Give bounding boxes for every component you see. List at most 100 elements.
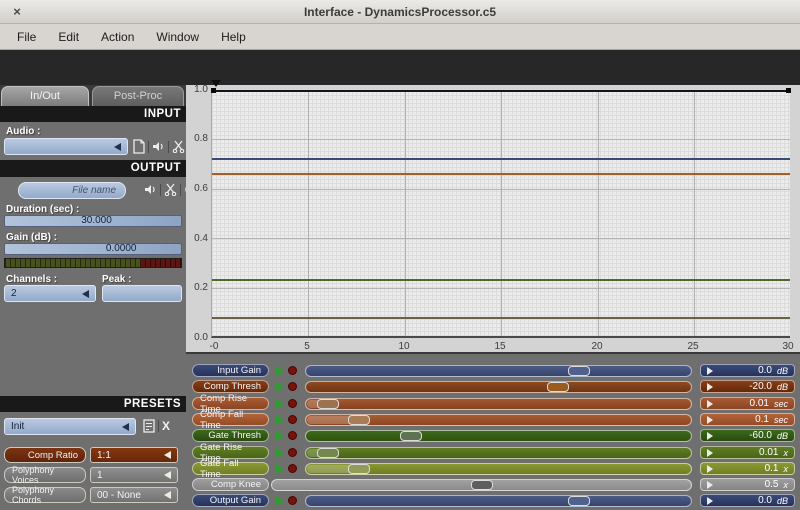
param-label-button[interactable]: Comp Fall Time: [192, 413, 269, 426]
gain-value: 0.0000: [106, 244, 137, 254]
slider-handle[interactable]: [317, 448, 339, 458]
param-slider[interactable]: [305, 365, 692, 377]
menu-edit[interactable]: Edit: [47, 27, 90, 47]
envelope-graph: 1.0 0.8 0.6 0.4 0.2 0.0 -0 5 10 15 20 25…: [186, 85, 800, 352]
preset-save-icon[interactable]: [143, 419, 155, 433]
param-slider[interactable]: [271, 479, 692, 491]
param-value-box[interactable]: 0.01x: [700, 446, 795, 459]
param-slider[interactable]: [305, 463, 692, 475]
envelope-node[interactable]: [786, 88, 791, 93]
slider-handle[interactable]: [568, 496, 590, 506]
param-play-icon[interactable]: [276, 399, 284, 409]
param-record-icon[interactable]: [288, 464, 297, 473]
preset-dropdown[interactable]: Init: [4, 418, 136, 435]
param-value-box[interactable]: 0.01sec: [700, 397, 795, 410]
param-play-icon[interactable]: [276, 464, 284, 474]
window-close-button[interactable]: ×: [9, 4, 25, 20]
param-slider[interactable]: [305, 398, 692, 410]
polyphony-chords-dropdown[interactable]: 00 - None: [90, 487, 178, 503]
dropdown-arrow-icon: [122, 423, 129, 431]
param-value-box[interactable]: -20.0dB: [700, 380, 795, 393]
output-section-header: OUTPUT: [0, 160, 186, 177]
menu-action[interactable]: Action: [90, 27, 145, 47]
param-value-box[interactable]: 0.0dB: [700, 364, 795, 377]
input-section-header: INPUT: [0, 106, 186, 122]
edit-scissors-icon[interactable]: [172, 140, 185, 153]
audio-source-dropdown[interactable]: [4, 138, 128, 155]
envelope-node[interactable]: [211, 88, 216, 93]
param-unit: dB: [777, 382, 788, 392]
output-scissors-icon[interactable]: [164, 183, 177, 196]
peak-field: [102, 285, 182, 302]
slider-handle[interactable]: [471, 480, 493, 490]
param-unit: dB: [777, 431, 788, 441]
file-browse-icon[interactable]: [133, 139, 145, 154]
audition-speaker-icon[interactable]: [152, 140, 165, 153]
audio-label: Audio :: [6, 126, 40, 137]
menu-file[interactable]: File: [6, 27, 47, 47]
preset-delete-button[interactable]: X: [162, 419, 170, 433]
param-slider[interactable]: [305, 447, 692, 459]
window-title: Interface - DynamicsProcessor.c5: [0, 5, 800, 19]
menu-window[interactable]: Window: [145, 27, 210, 47]
param-value-box[interactable]: 0.5x: [700, 478, 795, 491]
param-value-box[interactable]: 0.0dB: [700, 494, 795, 507]
polyphony-voices-button[interactable]: Polyphony Voices: [4, 467, 86, 483]
y-tick: 1.0: [186, 84, 208, 95]
param-value-box[interactable]: 0.1x: [700, 462, 795, 475]
param-value-box[interactable]: -60.0dB: [700, 429, 795, 442]
comp-ratio-dropdown[interactable]: 1:1: [90, 447, 178, 463]
param-record-icon[interactable]: [288, 448, 297, 457]
param-record-icon[interactable]: [288, 496, 297, 505]
file-name-button[interactable]: File name: [18, 182, 126, 199]
slider-handle[interactable]: [348, 464, 370, 474]
channels-dropdown[interactable]: 2: [4, 285, 96, 302]
tab-post-proc[interactable]: Post-Proc: [92, 86, 184, 106]
param-play-icon[interactable]: [276, 496, 284, 506]
polyphony-chords-button[interactable]: Polyphony Chords: [4, 487, 86, 503]
menu-bar: File Edit Action Window Help: [0, 24, 800, 50]
output-speaker-icon[interactable]: [144, 183, 157, 196]
grid-line: [694, 90, 695, 336]
slider-handle[interactable]: [568, 366, 590, 376]
param-label-button[interactable]: Gate Thresh: [192, 429, 269, 442]
slider-handle[interactable]: [547, 382, 569, 392]
param-record-icon[interactable]: [288, 382, 297, 391]
param-label-button[interactable]: Output Gain: [192, 494, 269, 507]
slider-handle[interactable]: [317, 399, 339, 409]
param-record-icon[interactable]: [288, 415, 297, 424]
param-record-icon[interactable]: [288, 366, 297, 375]
slider-handle[interactable]: [400, 431, 422, 441]
param-record-icon[interactable]: [288, 399, 297, 408]
param-play-icon[interactable]: [276, 415, 284, 425]
param-label-button[interactable]: Input Gain: [192, 364, 269, 377]
param-slider[interactable]: [305, 414, 692, 426]
y-tick: 0.6: [186, 183, 208, 194]
x-tick: 20: [591, 341, 602, 352]
param-play-icon[interactable]: [276, 366, 284, 376]
param-slider[interactable]: [305, 430, 692, 442]
param-record-icon[interactable]: [288, 431, 297, 440]
param-unit: dB: [777, 496, 788, 506]
param-play-icon[interactable]: [276, 431, 284, 441]
param-value: 0.5: [713, 479, 779, 490]
tab-in-out[interactable]: In/Out: [1, 86, 89, 106]
param-slider[interactable]: [305, 495, 692, 507]
gain-slider[interactable]: 0.0000: [4, 243, 182, 255]
param-label-button[interactable]: Comp Knee: [192, 478, 269, 491]
param-slider[interactable]: [305, 381, 692, 393]
overall-amplitude-envelope[interactable]: [212, 90, 790, 92]
menu-help[interactable]: Help: [210, 27, 257, 47]
comp-ratio-button[interactable]: Comp Ratio: [4, 447, 86, 463]
param-value-box[interactable]: 0.1sec: [700, 413, 795, 426]
duration-slider[interactable]: 30.000: [4, 215, 182, 227]
param-play-icon[interactable]: [276, 448, 284, 458]
param-play-icon[interactable]: [276, 382, 284, 392]
plot-area[interactable]: [211, 90, 790, 338]
slider-row: Comp Fall Time 0.1sec: [192, 413, 795, 426]
param-label-button[interactable]: Gate Fall Time: [192, 462, 269, 475]
edit-position-marker[interactable]: [211, 80, 221, 87]
polyphony-voices-dropdown[interactable]: 1: [90, 467, 178, 483]
param-label-button[interactable]: Comp Thresh: [192, 380, 269, 393]
slider-handle[interactable]: [348, 415, 370, 425]
